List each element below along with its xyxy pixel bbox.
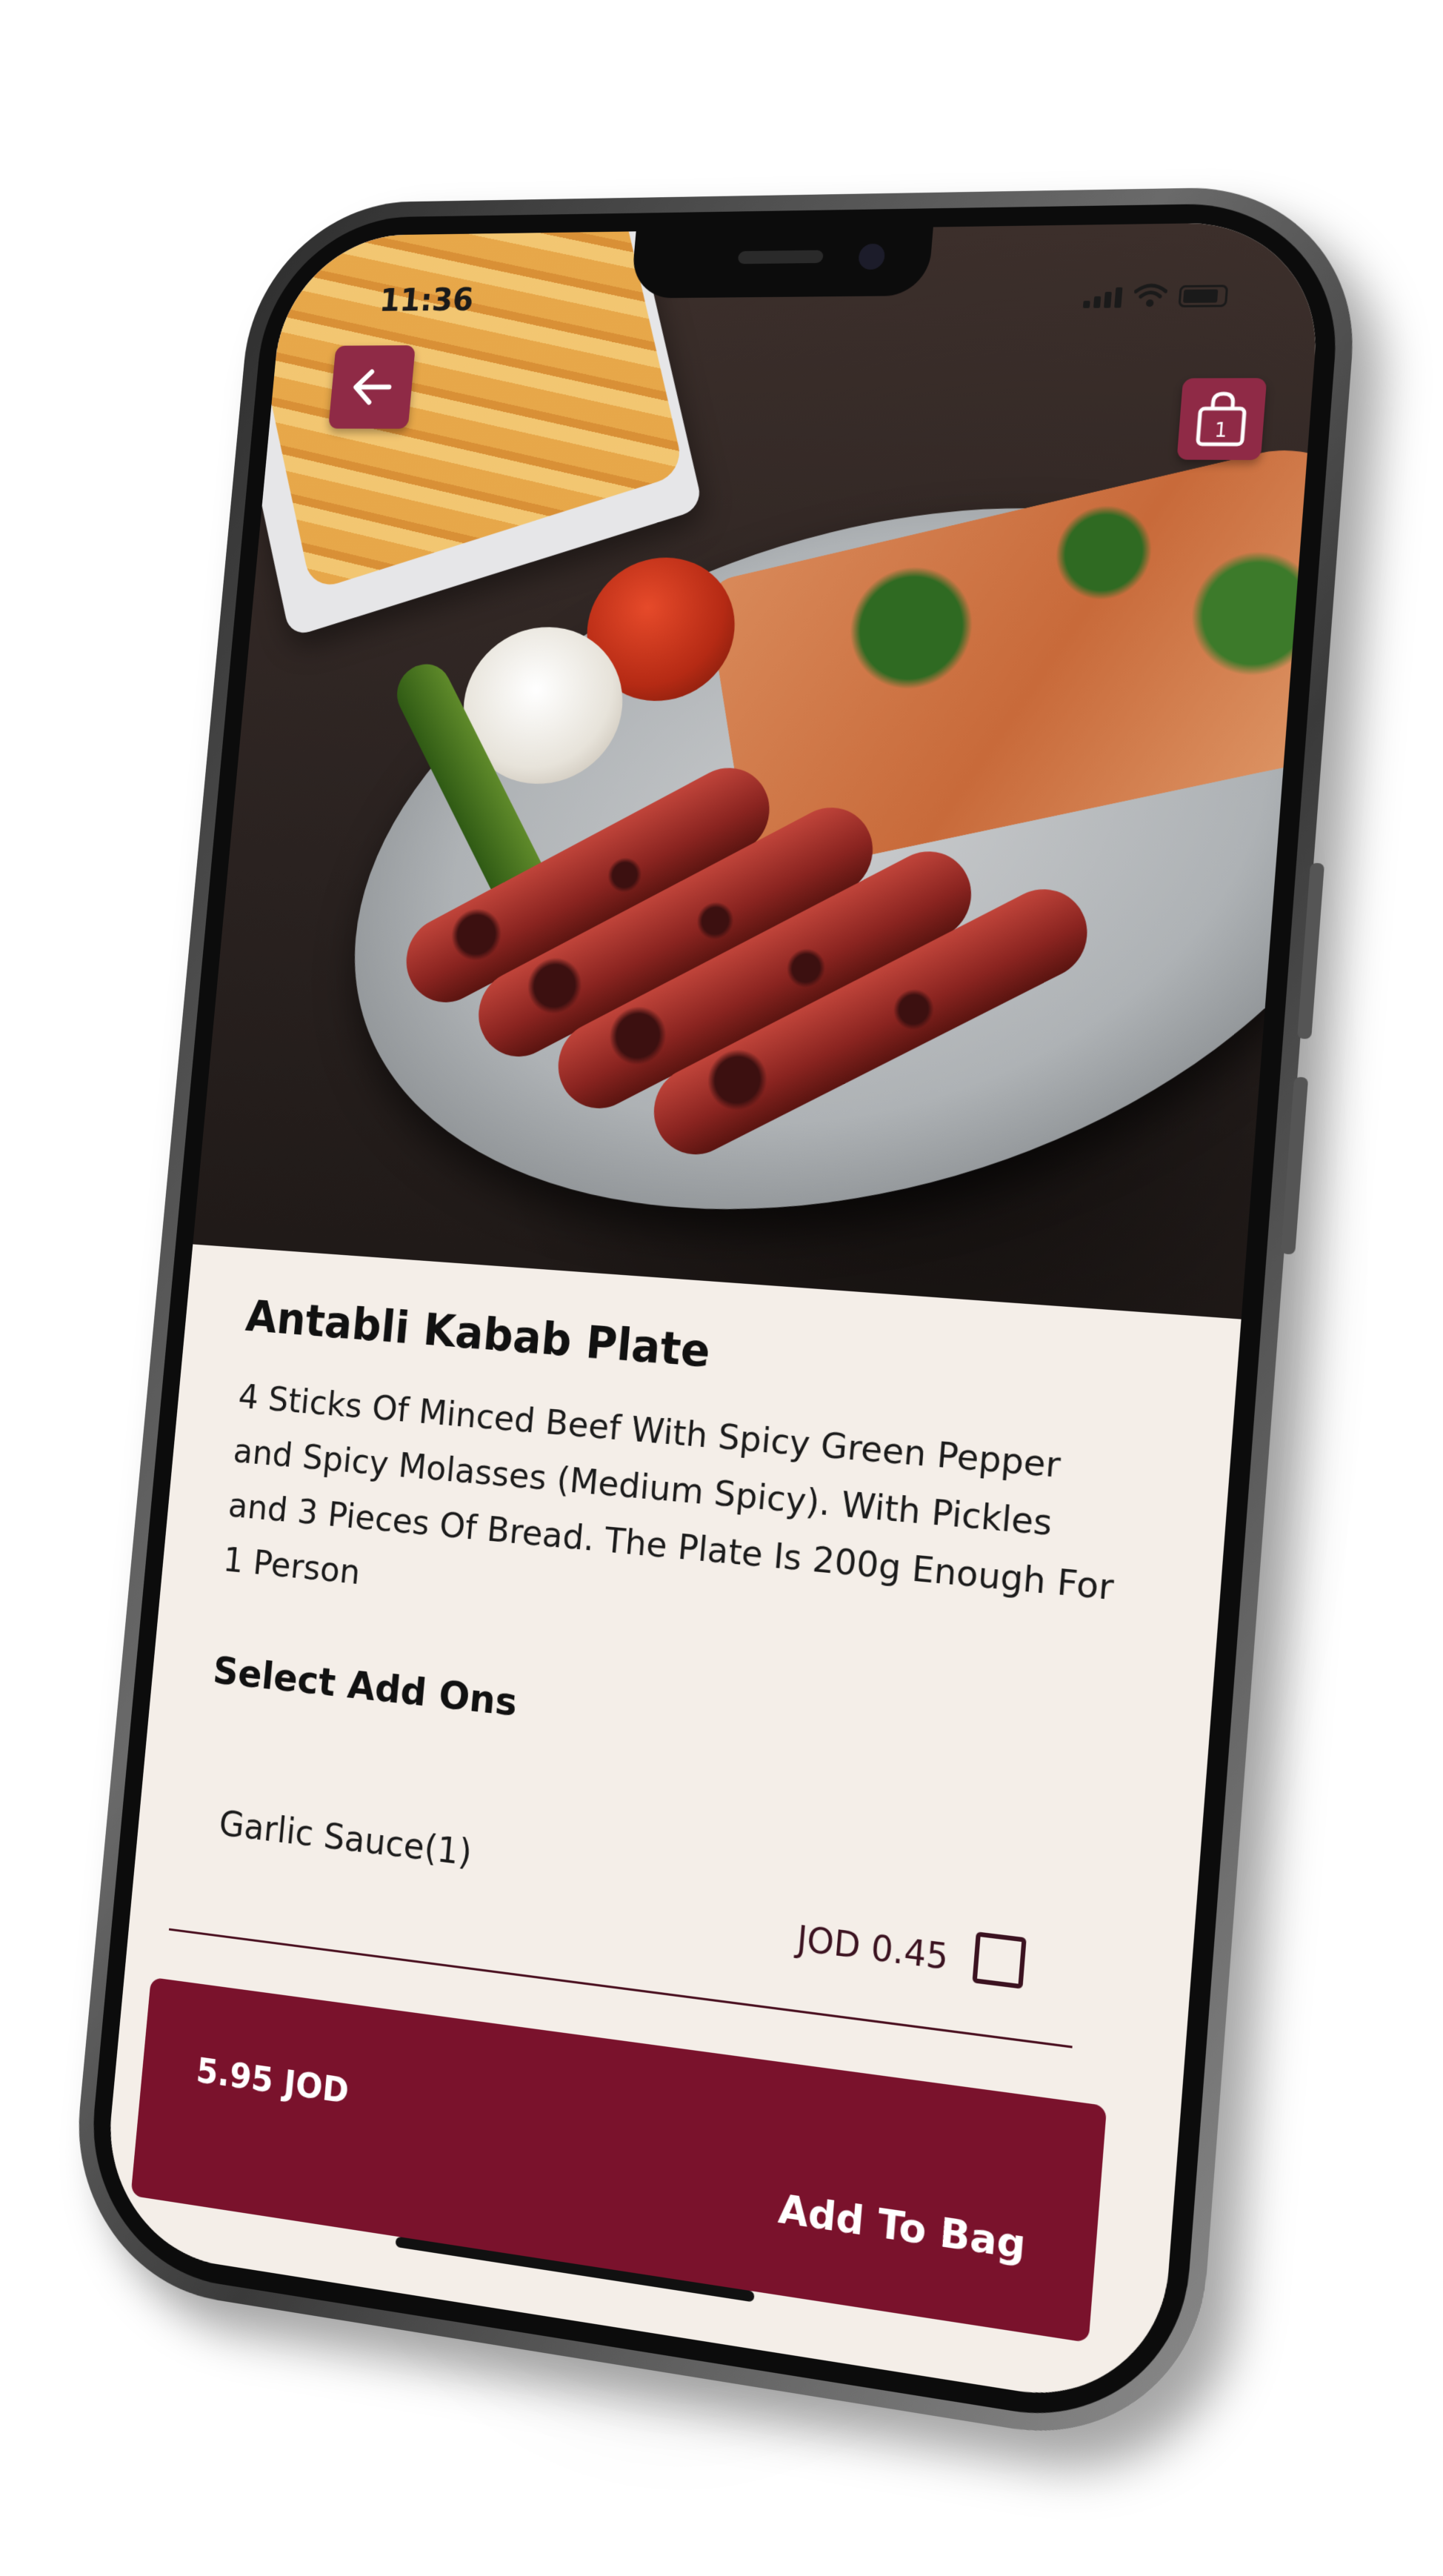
add-to-bag-label: Add To Bag [776, 2186, 1027, 2269]
wifi-icon [1133, 282, 1167, 307]
product-title: Antabli Kabab Plate [244, 1291, 713, 1378]
bag-count: 1 [1213, 419, 1227, 442]
signal-icon [1082, 287, 1123, 308]
addons-heading: Select Add Ons [211, 1648, 519, 1725]
status-time: 11:36 [378, 282, 476, 319]
app-screen: 11:36 1 Antabli Kabab Plate 4 Sticks Of … [99, 221, 1325, 2414]
product-details: Antabli Kabab Plate 4 Sticks Of Minced B… [99, 1244, 1242, 2414]
addon-name: Garlic Sauce(1) [217, 1803, 474, 1874]
shopping-bag-icon: 1 [1193, 390, 1250, 447]
addon-price: JOD 0.45 [795, 1917, 950, 1978]
fries [244, 221, 685, 592]
front-camera [857, 243, 886, 270]
total-price: 5.95 JOD [194, 2050, 351, 2111]
arrow-left-icon [349, 367, 395, 406]
phone-mockup: 11:36 1 Antabli Kabab Plate 4 Sticks Of … [64, 184, 1365, 2458]
stage: 11:36 1 Antabli Kabab Plate 4 Sticks Of … [0, 0, 1443, 2576]
back-button[interactable] [328, 345, 416, 429]
shopping-bag-button[interactable]: 1 [1176, 378, 1267, 460]
addon-checkbox[interactable] [972, 1931, 1027, 1989]
speaker [737, 250, 824, 264]
notch [630, 227, 933, 299]
product-description: 4 Sticks Of Minced Beef With Spicy Green… [221, 1377, 1116, 1609]
status-icons [1082, 282, 1229, 308]
battery-icon [1178, 284, 1229, 307]
